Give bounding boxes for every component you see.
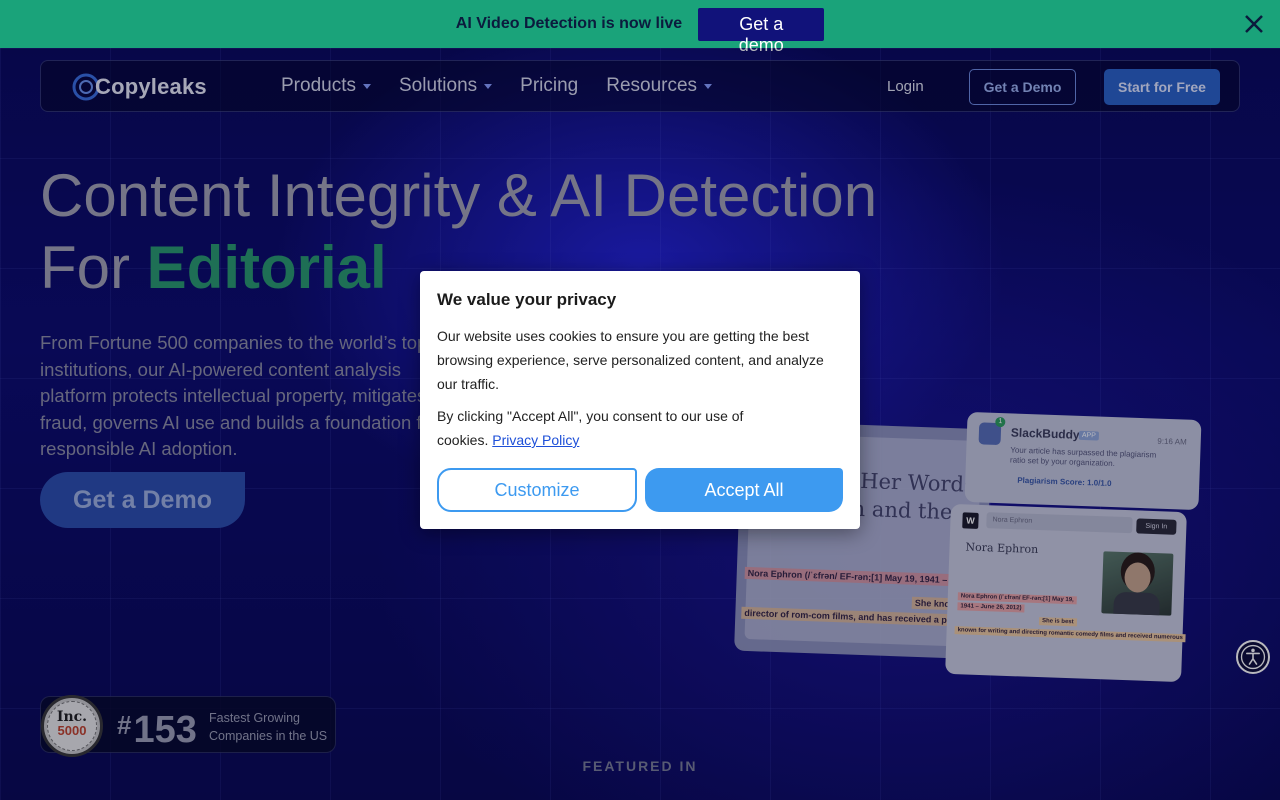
cookie-consent-text: By clicking "Accept All", you consent to…	[437, 408, 744, 448]
announcement-text: AI Video Detection is now live	[455, 15, 683, 32]
cookie-modal-consent-text: By clicking "Accept All", you consent to…	[437, 404, 767, 452]
announcement-demo-button[interactable]: Get a demo	[698, 7, 825, 55]
cookie-modal-title: We value your privacy	[437, 290, 617, 309]
announcement-bar: AI Video Detection is now live Get a dem…	[0, 0, 1280, 55]
privacy-policy-link[interactable]: Privacy Policy	[492, 432, 579, 448]
cookie-consent-modal: We value your privacy Our website uses c…	[420, 271, 860, 529]
cookie-modal-description: Our website uses cookies to ensure you a…	[437, 328, 824, 392]
customize-button[interactable]: Customize	[437, 468, 637, 512]
accept-all-button[interactable]: Accept All	[645, 468, 843, 512]
close-icon[interactable]	[1242, 12, 1266, 36]
